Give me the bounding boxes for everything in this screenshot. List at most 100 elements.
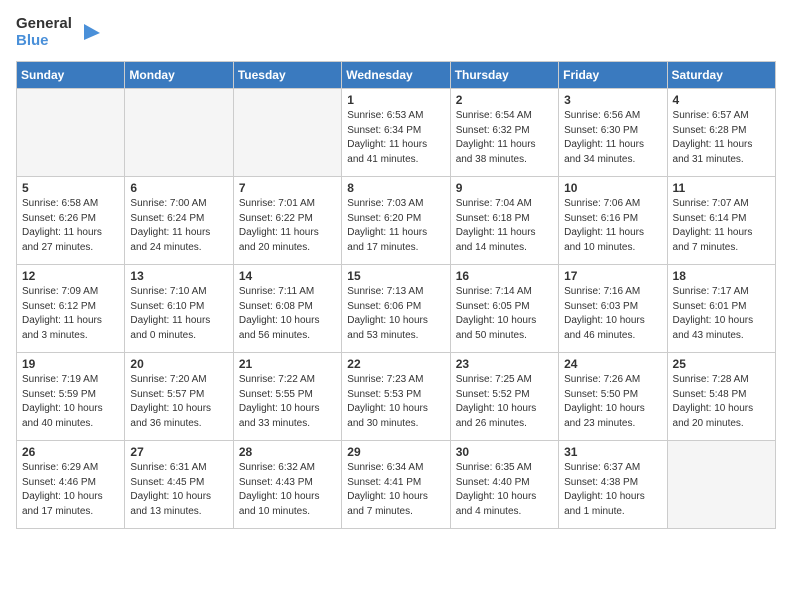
calendar-cell: 15 Sunrise: 7:13 AMSunset: 6:06 PMDayligh… [342, 265, 450, 353]
day-info: Sunrise: 7:20 AMSunset: 5:57 PMDaylight:… [130, 373, 227, 431]
calendar-cell: 2 Sunrise: 6:54 AMSunset: 6:32 PMDaylight… [450, 89, 558, 177]
day-number: 16 [456, 269, 553, 283]
calendar-cell: 28Sunrise: 6:32 AMSunset: 4:43 PMDayligh… [233, 441, 341, 529]
header-tuesday: Tuesday [233, 62, 341, 89]
calendar-cell: 24 Sunrise: 7:26 AMSunset: 5:50 PMDayligh… [559, 353, 667, 441]
logo-text-general: General [16, 16, 72, 33]
calendar-cell: 22 Sunrise: 7:23 AMSunset: 5:53 PMDayligh… [342, 353, 450, 441]
calendar-cell: 19Sunrise: 7:19 AMSunset: 5:59 PMDayligh… [17, 353, 125, 441]
calendar-cell: 3 Sunrise: 6:56 AMSunset: 6:30 PMDaylight… [559, 89, 667, 177]
calendar-cell: 4 Sunrise: 6:57 AMSunset: 6:28 PMDaylight… [667, 89, 775, 177]
day-info: Sunrise: 6:53 AMSunset: 6:34 PMDaylight:… [347, 109, 444, 167]
day-info: Sunrise: 7:14 AMSunset: 6:05 PMDaylight:… [456, 285, 553, 343]
calendar-cell: 21Sunrise: 7:22 AMSunset: 5:55 PMDayligh… [233, 353, 341, 441]
day-info: Sunrise: 6:34 AMSunset: 4:41 PMDaylight:… [347, 461, 444, 519]
calendar-cell: 13 Sunrise: 7:10 AMSunset: 6:10 PMDayligh… [125, 265, 233, 353]
day-number: 14 [239, 269, 336, 283]
day-number: 10 [564, 181, 661, 195]
day-number: 23 [456, 357, 553, 371]
day-number: 11 [673, 181, 770, 195]
day-number: 6 [130, 181, 227, 195]
calendar-cell: 6 Sunrise: 7:00 AMSunset: 6:24 PMDaylight… [125, 177, 233, 265]
day-info: Sunrise: 6:29 AMSunset: 4:46 PMDaylight:… [22, 461, 119, 519]
day-number: 9 [456, 181, 553, 195]
header-thursday: Thursday [450, 62, 558, 89]
calendar-cell: 31 Sunrise: 6:37 AMSunset: 4:38 PMDayligh… [559, 441, 667, 529]
calendar-cell: 25Sunrise: 7:28 AMSunset: 5:48 PMDayligh… [667, 353, 775, 441]
calendar-cell: 7Sunrise: 7:01 AMSunset: 6:22 PMDaylight… [233, 177, 341, 265]
day-info: Sunrise: 6:35 AMSunset: 4:40 PMDaylight:… [456, 461, 553, 519]
calendar-cell: 16 Sunrise: 7:14 AMSunset: 6:05 PMDayligh… [450, 265, 558, 353]
day-number: 15 [347, 269, 444, 283]
day-info: Sunrise: 6:54 AMSunset: 6:32 PMDaylight:… [456, 109, 553, 167]
header-saturday: Saturday [667, 62, 775, 89]
day-info: Sunrise: 6:31 AMSunset: 4:45 PMDaylight:… [130, 461, 227, 519]
day-number: 17 [564, 269, 661, 283]
day-number: 13 [130, 269, 227, 283]
day-info: Sunrise: 7:11 AMSunset: 6:08 PMDaylight:… [239, 285, 336, 343]
day-number: 18 [673, 269, 770, 283]
calendar-cell: 20 Sunrise: 7:20 AMSunset: 5:57 PMDayligh… [125, 353, 233, 441]
day-info: Sunrise: 7:09 AMSunset: 6:12 PMDaylight:… [22, 285, 119, 343]
day-number: 21 [239, 357, 336, 371]
header-wednesday: Wednesday [342, 62, 450, 89]
day-number: 22 [347, 357, 444, 371]
calendar-cell: 17 Sunrise: 7:16 AMSunset: 6:03 PMDayligh… [559, 265, 667, 353]
day-info: Sunrise: 7:16 AMSunset: 6:03 PMDaylight:… [564, 285, 661, 343]
day-number: 30 [456, 445, 553, 459]
logo-text-blue: Blue [16, 33, 72, 50]
day-info: Sunrise: 6:57 AMSunset: 6:28 PMDaylight:… [673, 109, 770, 167]
day-info: Sunrise: 6:32 AMSunset: 4:43 PMDaylight:… [239, 461, 336, 519]
day-number: 25 [673, 357, 770, 371]
calendar-cell: 8 Sunrise: 7:03 AMSunset: 6:20 PMDaylight… [342, 177, 450, 265]
calendar-cell: 18 Sunrise: 7:17 AMSunset: 6:01 PMDayligh… [667, 265, 775, 353]
calendar-week-row: 1 Sunrise: 6:53 AMSunset: 6:34 PMDaylight… [17, 89, 776, 177]
day-info: Sunrise: 6:58 AMSunset: 6:26 PMDaylight:… [22, 197, 119, 255]
calendar-cell: 23Sunrise: 7:25 AMSunset: 5:52 PMDayligh… [450, 353, 558, 441]
day-info: Sunrise: 7:04 AMSunset: 6:18 PMDaylight:… [456, 197, 553, 255]
day-number: 29 [347, 445, 444, 459]
day-number: 1 [347, 93, 444, 107]
header-sunday: Sunday [17, 62, 125, 89]
calendar-week-row: 12 Sunrise: 7:09 AMSunset: 6:12 PMDayligh… [17, 265, 776, 353]
calendar-cell: 1 Sunrise: 6:53 AMSunset: 6:34 PMDaylight… [342, 89, 450, 177]
day-number: 20 [130, 357, 227, 371]
calendar-cell: 5Sunrise: 6:58 AMSunset: 6:26 PMDaylight… [17, 177, 125, 265]
day-info: Sunrise: 7:13 AMSunset: 6:06 PMDaylight:… [347, 285, 444, 343]
day-info: Sunrise: 7:06 AMSunset: 6:16 PMDaylight:… [564, 197, 661, 255]
calendar-week-row: 5Sunrise: 6:58 AMSunset: 6:26 PMDaylight… [17, 177, 776, 265]
header-monday: Monday [125, 62, 233, 89]
calendar-cell [125, 89, 233, 177]
day-info: Sunrise: 6:56 AMSunset: 6:30 PMDaylight:… [564, 109, 661, 167]
day-number: 27 [130, 445, 227, 459]
day-number: 26 [22, 445, 119, 459]
day-info: Sunrise: 6:37 AMSunset: 4:38 PMDaylight:… [564, 461, 661, 519]
calendar-cell: 12 Sunrise: 7:09 AMSunset: 6:12 PMDayligh… [17, 265, 125, 353]
header-friday: Friday [559, 62, 667, 89]
day-number: 2 [456, 93, 553, 107]
day-info: Sunrise: 7:23 AMSunset: 5:53 PMDaylight:… [347, 373, 444, 431]
day-info: Sunrise: 7:03 AMSunset: 6:20 PMDaylight:… [347, 197, 444, 255]
calendar-table: SundayMondayTuesdayWednesdayThursdayFrid… [16, 61, 776, 529]
calendar-cell: 26 Sunrise: 6:29 AMSunset: 4:46 PMDayligh… [17, 441, 125, 529]
day-info: Sunrise: 7:17 AMSunset: 6:01 PMDaylight:… [673, 285, 770, 343]
day-number: 8 [347, 181, 444, 195]
day-number: 31 [564, 445, 661, 459]
day-info: Sunrise: 7:00 AMSunset: 6:24 PMDaylight:… [130, 197, 227, 255]
day-info: Sunrise: 7:10 AMSunset: 6:10 PMDaylight:… [130, 285, 227, 343]
calendar-header-row: SundayMondayTuesdayWednesdayThursdayFrid… [17, 62, 776, 89]
day-number: 24 [564, 357, 661, 371]
day-info: Sunrise: 7:07 AMSunset: 6:14 PMDaylight:… [673, 197, 770, 255]
calendar-cell: 10 Sunrise: 7:06 AMSunset: 6:16 PMDayligh… [559, 177, 667, 265]
logo-flag-icon [80, 22, 102, 44]
calendar-cell: 27 Sunrise: 6:31 AMSunset: 4:45 PMDayligh… [125, 441, 233, 529]
day-info: Sunrise: 7:19 AMSunset: 5:59 PMDaylight:… [22, 373, 119, 431]
calendar-cell: 30 Sunrise: 6:35 AMSunset: 4:40 PMDayligh… [450, 441, 558, 529]
calendar-week-row: 19Sunrise: 7:19 AMSunset: 5:59 PMDayligh… [17, 353, 776, 441]
day-info: Sunrise: 7:26 AMSunset: 5:50 PMDaylight:… [564, 373, 661, 431]
day-number: 12 [22, 269, 119, 283]
day-number: 4 [673, 93, 770, 107]
calendar-cell: 11 Sunrise: 7:07 AMSunset: 6:14 PMDayligh… [667, 177, 775, 265]
day-number: 7 [239, 181, 336, 195]
day-number: 3 [564, 93, 661, 107]
